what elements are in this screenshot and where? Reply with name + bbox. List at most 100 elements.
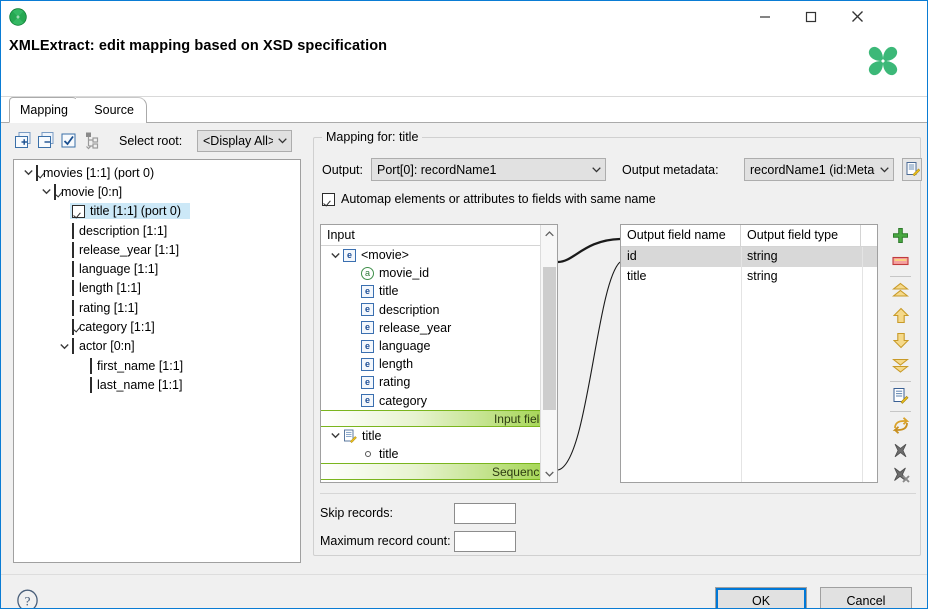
svg-text:?: ? [25,593,31,608]
output-metadata-combo[interactable]: recordName1 (id:Metad [744,158,894,181]
input-tree-row[interactable]: erating [321,373,557,391]
input-tree-row[interactable]: title [321,445,557,463]
output-fields-table[interactable]: Output field name Output field type idst… [620,224,878,483]
automap-button[interactable] [888,414,913,439]
automap-checkbox[interactable] [322,193,335,206]
xsd-tree-row-checkbox[interactable] [90,358,92,374]
xsd-tree-row[interactable]: movie [0:n] [14,182,300,201]
scrollbar-thumb[interactable] [543,267,556,410]
xsd-tree-row-checkbox[interactable] [72,261,74,277]
collapse-all-icon[interactable] [36,131,55,150]
column-header-output-field-name[interactable]: Output field name [621,225,741,246]
minimize-button[interactable] [742,1,788,32]
chevron-down-icon[interactable] [20,165,36,181]
input-tree-row[interactable]: amovie_id [321,264,557,282]
expand-all-icon[interactable] [13,131,32,150]
input-tree-row[interactable]: edescription [321,301,557,319]
xsd-tree-row-checkbox[interactable] [72,319,74,335]
xsd-tree-row[interactable]: length [1:1] [14,279,300,298]
xsd-tree-row-checkbox[interactable] [72,280,74,296]
xsd-tree-row-checkbox[interactable] [36,165,38,181]
chevron-down-icon[interactable] [56,338,72,354]
input-tree-row[interactable]: ecategory [321,392,557,410]
input-tree-row[interactable]: etitle [321,282,557,300]
move-to-bottom-button[interactable] [888,354,913,379]
xsd-tree-row-checkbox[interactable] [72,242,74,258]
remove-field-button[interactable] [888,249,913,274]
tree-hierarchy-icon[interactable] [81,131,100,150]
table-row[interactable]: titlestring [621,267,877,287]
skip-records-input-wrap[interactable] [454,503,516,524]
tab-source[interactable]: Source [76,97,147,123]
xsd-tree-row[interactable]: category [1:1] [14,317,300,336]
xsd-tree-row-checkbox[interactable] [72,223,74,239]
input-tree-row[interactable]: title [321,427,557,445]
xsd-element-tree[interactable]: movies [1:1] (port 0)movie [0:n] title [1… [13,159,301,563]
input-tree-row-label: rating [379,375,410,389]
chevron-down-icon[interactable] [327,428,343,444]
input-tree-row[interactable]: elength [321,355,557,373]
xsd-tree-row[interactable]: language [1:1] [14,259,300,278]
clear-all-mappings-button[interactable] [888,464,913,489]
mapping-group: Mapping for: title Output: Port[0]: reco… [313,137,921,556]
xsd-tree-row-label: title [1:1] (port 0) [90,204,185,218]
input-tree-row[interactable]: e<movie> [321,246,557,264]
maximize-button[interactable] [788,1,834,32]
xsd-tree-row-checkbox[interactable] [72,338,74,354]
add-field-button[interactable] [888,224,913,249]
select-root-combo[interactable]: <Display All> [197,130,292,152]
rail-divider [890,276,911,277]
xsd-tree-row[interactable]: movies [1:1] (port 0) [14,163,300,182]
scroll-down-icon[interactable] [541,465,558,482]
xsd-tree-row[interactable]: last_name [1:1] [14,375,300,394]
input-tree-row[interactable]: erelease_year [321,319,557,337]
scroll-up-icon[interactable] [541,225,557,242]
check-all-icon[interactable] [59,131,78,150]
tab-mapping[interactable]: Mapping [9,97,81,123]
auto-map-icon [892,416,910,437]
input-tree-panel[interactable]: Input e<movie>amovie_idetitleedescriptio… [320,224,558,483]
xsd-tree-row[interactable]: release_year [1:1] [14,240,300,259]
skip-records-input[interactable] [455,504,515,523]
xsd-tree-row-checkbox[interactable] [54,184,56,200]
input-tree-row-label: category [379,394,427,408]
ok-button[interactable]: OK [715,587,807,609]
xsd-tree-row-checkbox[interactable] [72,205,85,218]
xsd-tree-row-checkbox[interactable] [90,377,92,393]
help-icon[interactable]: ? [16,589,39,609]
table-row[interactable]: idstring [621,247,877,267]
close-button[interactable] [834,1,880,32]
clear-mapping-button[interactable] [888,439,913,464]
cancel-button[interactable]: Cancel [820,587,912,609]
xsd-tree-row[interactable]: title [1:1] (port 0) [14,202,300,221]
maximum-record-count-input-wrap[interactable] [454,531,516,552]
output-field-type-cell[interactable]: string [741,247,861,267]
chevron-down-icon[interactable] [327,247,343,263]
xsd-tree-row[interactable]: first_name [1:1] [14,356,300,375]
output-port-combo[interactable]: Port[0]: recordName1 [371,158,606,181]
xsd-tree-row[interactable]: description [1:1] [14,221,300,240]
column-header-output-field-type[interactable]: Output field type [741,225,861,246]
element-icon: e [361,376,374,389]
move-up-button[interactable] [888,304,913,329]
chevron-down-icon[interactable] [38,184,54,200]
xsd-tree-panel: Select root: <Display All> movies [1:1] … [9,127,305,567]
xsd-tree-row[interactable]: rating [1:1] [14,298,300,317]
move-to-top-button[interactable] [888,279,913,304]
xsd-tree-row-content: category [1:1] [72,320,159,334]
mapping-action-rail [884,224,917,483]
xsd-tree-row-checkbox[interactable] [72,300,74,316]
edit-metadata-rail-button[interactable] [888,384,913,409]
xsd-tree-row[interactable]: actor [0:n] [14,337,300,356]
edit-metadata-button[interactable] [902,158,922,181]
output-field-name-cell[interactable]: title [621,267,741,287]
maximum-record-count-input[interactable] [455,532,515,551]
output-field-type-cell[interactable]: string [741,267,861,287]
input-tree-scrollbar[interactable] [540,225,557,482]
input-tree-row-label: description [379,303,439,317]
input-tree-row[interactable]: elanguage [321,337,557,355]
move-down-button[interactable] [888,329,913,354]
automap-row[interactable]: Automap elements or attributes to fields… [322,190,656,208]
output-field-name-cell[interactable]: id [621,247,741,267]
section-divider [320,493,916,494]
